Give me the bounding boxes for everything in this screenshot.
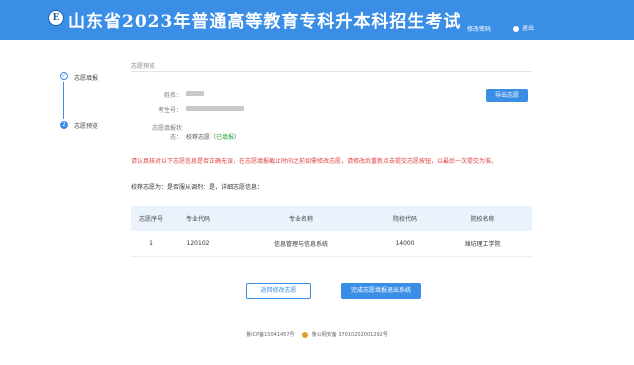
cell-seq: 1 [131, 231, 171, 257]
volunteer-table: 志愿序号 专业代码 专业名称 院校代码 院校名称 1 120102 信息管理与信… [131, 206, 532, 257]
footer: 鲁ICP备15041457号 鲁公网安备 37010202001292号 [0, 331, 634, 338]
col-header-seq: 志愿序号 [131, 206, 171, 231]
volunteer-summary: 校荐志愿为：是否服从调剂：是，详细志愿信息： [131, 184, 264, 191]
step-fill-volunteer[interactable]: 志愿填报 [74, 73, 98, 82]
status-value: 校荐志愿（已填报） [186, 132, 240, 141]
logout-link[interactable]: 退出 [513, 23, 534, 32]
cell-school-name: 潍坊理工学院 [433, 231, 532, 257]
section-title: 志愿预览 [131, 63, 156, 70]
col-header-school-code: 院校代码 [377, 206, 433, 231]
step-done-icon: ✓ [60, 72, 68, 80]
icp-record[interactable]: 鲁ICP备15041457号 [246, 332, 294, 338]
col-header-school-name: 院校名称 [433, 206, 532, 231]
cell-school-code: 14000 [377, 231, 433, 257]
name-value-redacted [186, 91, 204, 96]
logout-icon [513, 25, 519, 32]
status-badge: 已填报 [216, 134, 235, 141]
change-password-link[interactable]: 修改密码 [467, 24, 491, 33]
col-header-major-code: 专业代码 [171, 206, 225, 231]
finish-and-exit-button[interactable]: 完成志愿填报退出系统 [341, 283, 421, 299]
status-prefix: 校荐志愿（ [186, 134, 217, 141]
police-record[interactable]: 鲁公网安备 37010202001292号 [312, 332, 388, 338]
exam-logo-icon: E [48, 10, 64, 26]
status-label-line1: 志愿填报状 [151, 125, 182, 132]
name-label: 姓名： [163, 92, 182, 99]
status-label-line2: 态： [169, 134, 182, 141]
warning-notice: 请认真核对以下志愿信息是否正确无误，在志愿填报截止时间之前如需修改志愿，请修改后… [131, 158, 498, 165]
table-header-row: 志愿序号 专业代码 专业名称 院校代码 院校名称 [131, 206, 532, 231]
section-divider [131, 71, 532, 72]
col-header-major-name: 专业名称 [225, 206, 377, 231]
top-header: E 山东省2023年普通高等教育专科升本科招生考试 修改密码 退出 [0, 0, 634, 40]
step-connector [63, 82, 64, 119]
export-volunteer-button[interactable]: 导出志愿 [486, 89, 528, 102]
logout-label: 退出 [522, 25, 535, 32]
cell-major-code: 120102 [171, 231, 225, 257]
exam-number-value-redacted [186, 106, 244, 111]
back-to-edit-button[interactable]: 返回修改志愿 [246, 283, 311, 299]
status-suffix: ） [234, 134, 241, 141]
cell-major-name: 信息管理与信息系统 [225, 231, 377, 257]
exam-number-label: 考生号： [157, 107, 182, 114]
police-badge-icon [302, 331, 309, 338]
site-title: 山东省2023年普通高等教育专科升本科招生考试 [68, 12, 462, 32]
step-preview-volunteer[interactable]: 志愿预览 [74, 121, 98, 130]
step-current-icon: 2 [60, 121, 68, 129]
table-row: 1 120102 信息管理与信息系统 14000 潍坊理工学院 [131, 231, 532, 257]
